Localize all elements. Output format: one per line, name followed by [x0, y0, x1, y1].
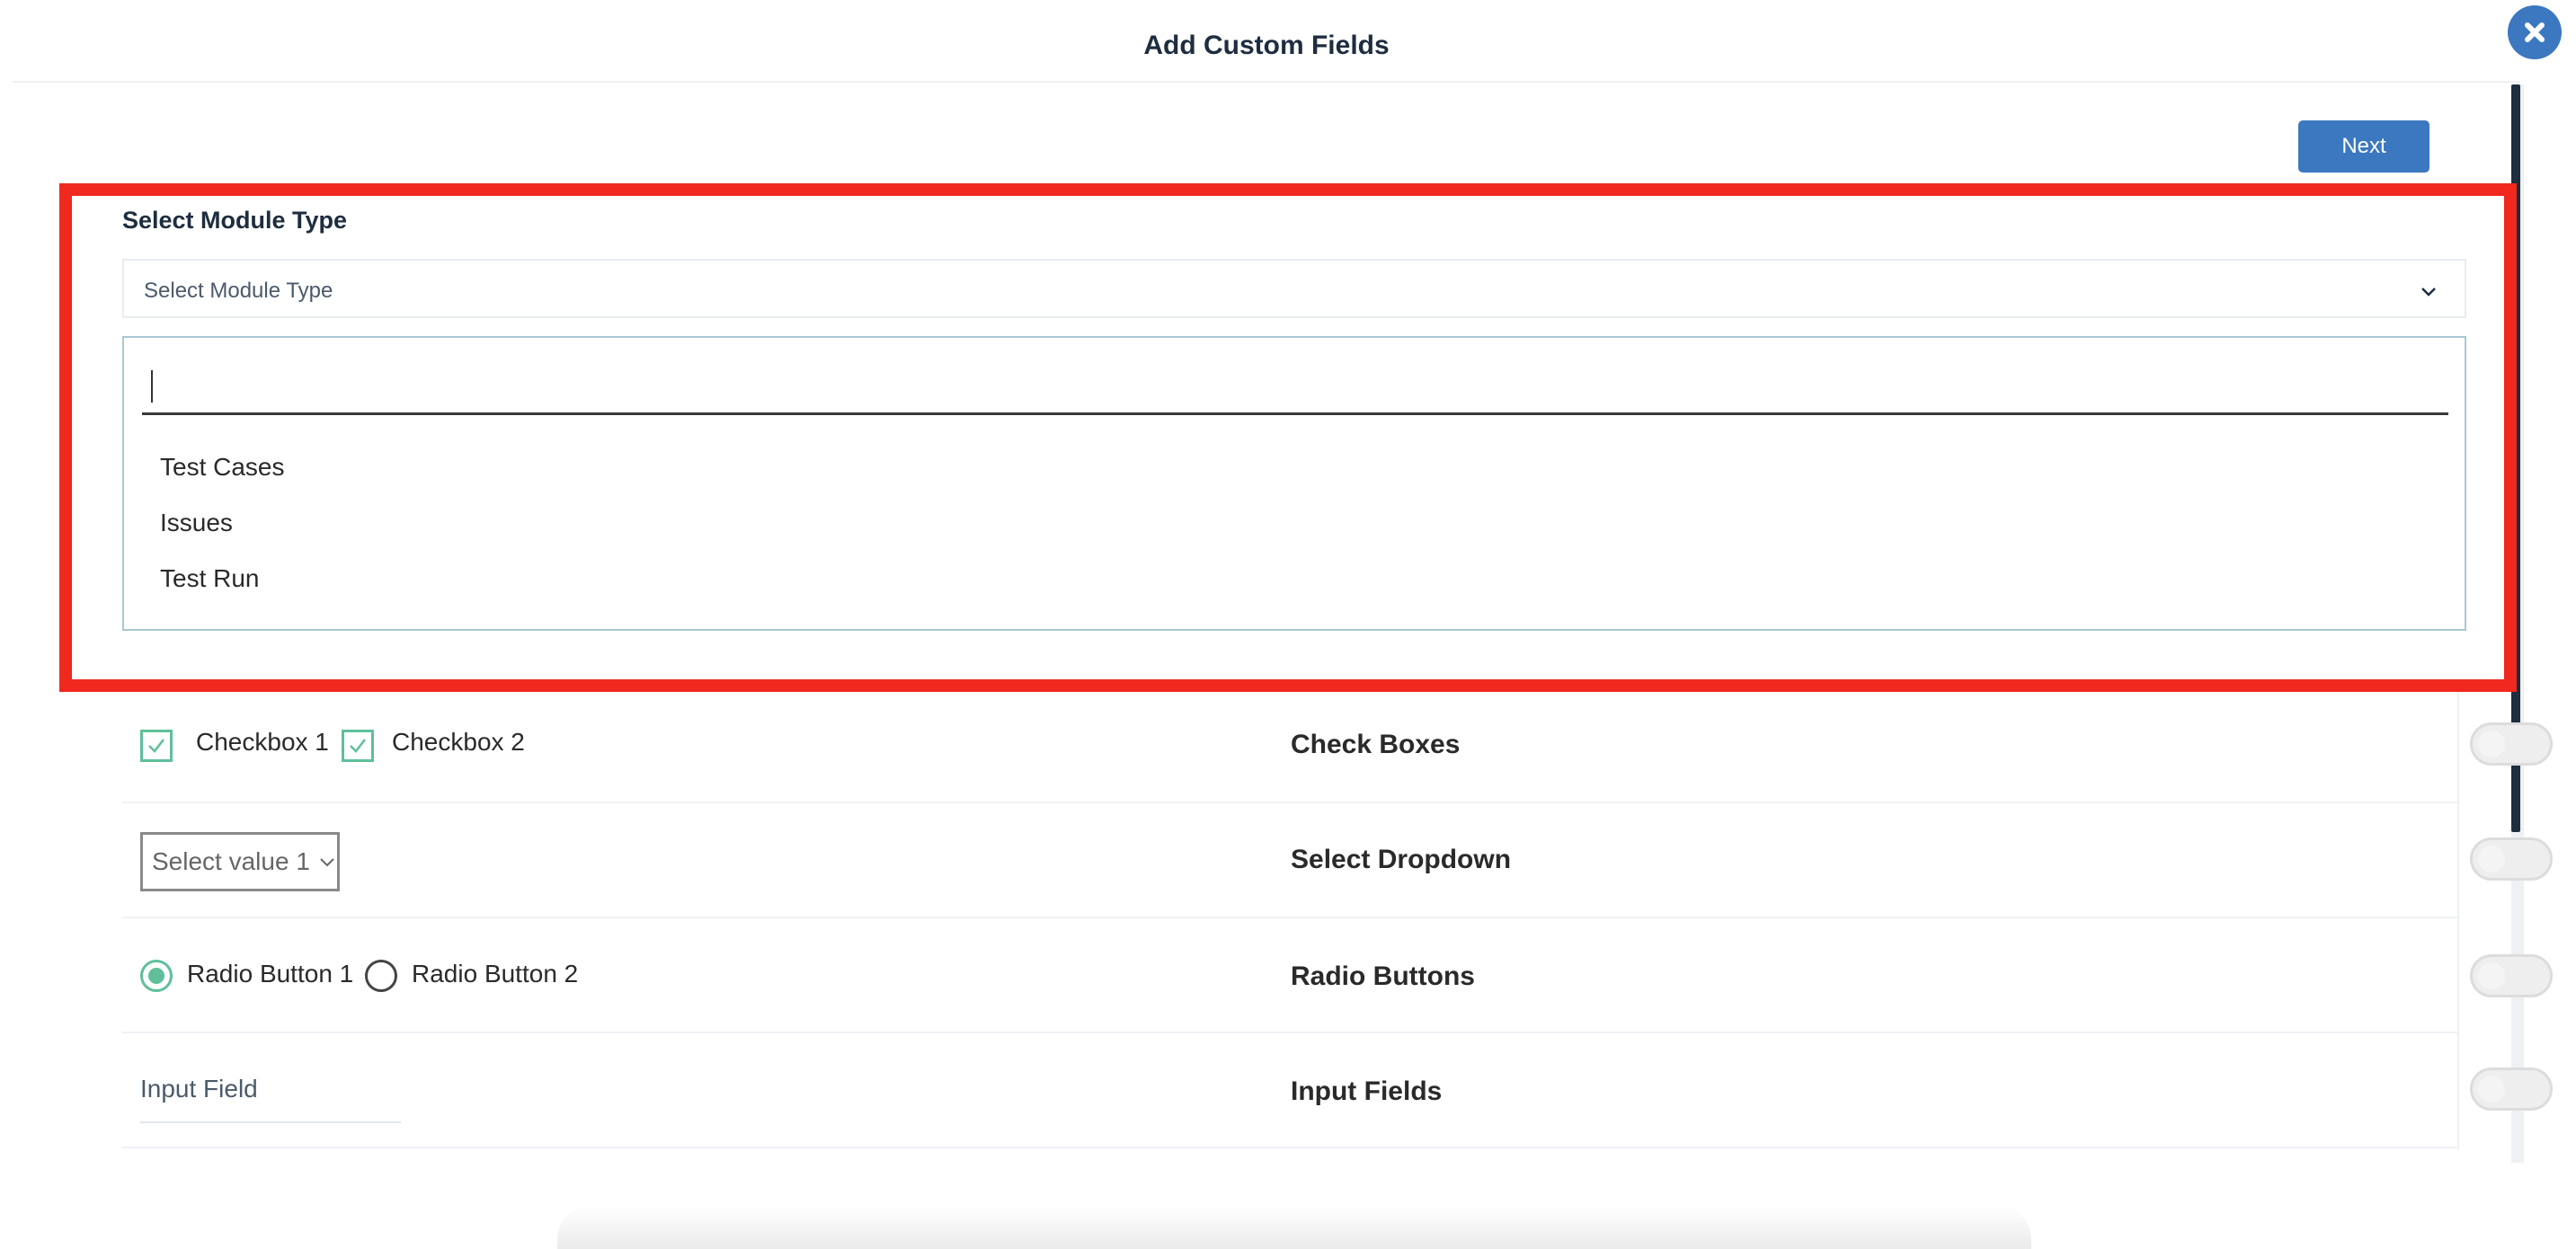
radio-button-2[interactable]: [365, 960, 397, 992]
checkbox-1-label: Checkbox 1: [196, 728, 329, 756]
next-button[interactable]: Next: [2298, 120, 2429, 173]
option-test-cases[interactable]: Test Cases: [160, 453, 285, 482]
modal-header: Add Custom Fields: [13, 0, 2520, 83]
module-type-select-value: Select Module Type: [144, 279, 333, 303]
option-test-run[interactable]: Test Run: [160, 564, 260, 593]
sample-input-underline: [140, 1121, 401, 1123]
sample-input[interactable]: Input Field: [140, 1075, 258, 1103]
toggle-knob: [2478, 846, 2505, 873]
toggle-checkboxes[interactable]: [2470, 722, 2553, 766]
module-type-label: Select Module Type: [122, 207, 348, 234]
field-row-select-dropdown: Select value 1 Select Dropdown: [122, 803, 2553, 918]
toggle-radio-buttons[interactable]: [2470, 954, 2553, 997]
sample-select-value: Select value 1: [152, 847, 310, 875]
field-row-radio-buttons: Radio Button 1 Radio Button 2 Radio Butt…: [122, 918, 2553, 1033]
field-name: Select Dropdown: [1291, 845, 1512, 874]
field-name: Input Fields: [1291, 1076, 1443, 1106]
close-button[interactable]: [2508, 5, 2562, 59]
toggle-input-fields[interactable]: [2470, 1067, 2553, 1111]
radio-button-1[interactable]: [140, 960, 173, 992]
check-icon: [350, 739, 366, 753]
field-row-checkboxes: Checkbox 1 Checkbox 2 Check Boxes: [122, 688, 2553, 803]
module-type-select[interactable]: Select Module Type: [122, 259, 2466, 318]
modal-title: Add Custom Fields: [1143, 31, 1390, 60]
option-issues[interactable]: Issues: [160, 509, 233, 537]
checkbox-2[interactable]: [342, 730, 374, 762]
bottom-shadow: [557, 1204, 2031, 1249]
toggle-select-dropdown[interactable]: [2470, 837, 2553, 881]
field-name: Radio Buttons: [1291, 961, 1475, 991]
checkbox-1[interactable]: [140, 730, 173, 762]
toggle-knob: [2478, 962, 2505, 989]
checkbox-2-label: Checkbox 2: [392, 728, 525, 756]
close-icon: [2525, 22, 2545, 42]
module-type-dropdown: Test Cases Issues Test Run: [122, 336, 2466, 631]
toggle-knob: [2478, 1076, 2505, 1103]
module-search-input[interactable]: [142, 358, 2448, 415]
field-row-input-fields: Input Field Input Fields: [122, 1033, 2553, 1148]
chevron-down-icon: [320, 858, 334, 867]
toggle-knob: [2478, 731, 2505, 757]
chevron-down-icon: [2421, 288, 2436, 297]
text-caret: [151, 370, 153, 403]
radio-button-1-label: Radio Button 1: [187, 960, 354, 988]
radio-button-2-label: Radio Button 2: [412, 960, 579, 988]
sample-select[interactable]: Select value 1: [140, 832, 340, 891]
field-name: Check Boxes: [1291, 730, 1461, 759]
check-icon: [148, 739, 164, 753]
